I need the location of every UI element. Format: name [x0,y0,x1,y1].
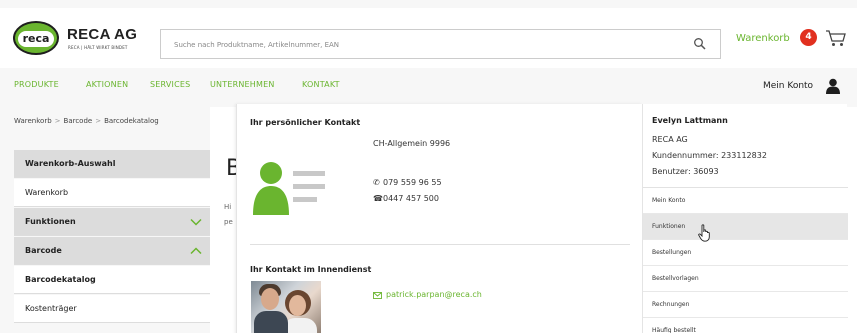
reca-logo[interactable]: reca [13,21,59,55]
sidebar-item-label: Barcodekatalog [25,275,96,284]
contact-divider [250,244,630,245]
brand-tagline: RECA | HÄLT WIRKT BINDET [68,45,128,50]
contact-phone[interactable]: ✆ 079 559 96 55 [373,178,442,187]
contact-email-link[interactable]: patrick.parpan@reca.ch [386,290,482,299]
user-icon[interactable] [826,78,840,94]
account-menu-label[interactable]: Mein Konto [763,81,813,91]
search-box [160,29,721,59]
contact-dropdown: Ihr persönlicher Kontakt CH-Allgemein 99… [236,104,642,333]
account-link-rechnungen[interactable]: Rechnungen [643,292,848,318]
sidebar-item-label: Funktionen [25,217,76,226]
sidebar-item-label: Warenkorb [25,188,69,197]
cart-icon[interactable] [825,28,847,48]
cart-count-badge: 4 [800,29,817,46]
nav-kontakt[interactable]: KONTAKT [302,80,340,89]
header: reca RECA AG RECA | HÄLT WIRKT BINDET Wa… [0,8,857,68]
breadcrumb: Warenkorb > Barcode > Barcodekatalog [14,117,159,125]
account-user-id: Benutzer: 36093 [652,167,719,176]
breadcrumb-barcode[interactable]: Barcode [64,117,93,125]
account-link-bestellvorlagen[interactable]: Bestellvorlagen [643,266,848,292]
main-nav: PRODUKTE AKTIONEN SERVICES UNTERNEHMEN K… [0,68,857,104]
breadcrumb-barcodekatalog[interactable]: Barcodekatalog [104,117,159,125]
nav-produkte[interactable]: PRODUKTE [14,80,59,89]
breadcrumb-separator: > [95,117,102,125]
logo-text: reca [18,31,54,47]
page: reca RECA AG RECA | HÄLT WIRKT BINDET Wa… [0,0,857,333]
sidebar-item-kostentraeger[interactable]: Kostenträger [14,295,210,323]
contact-fax: ☎0447 457 500 [373,194,439,203]
account-company: RECA AG [652,135,688,144]
mail-icon [373,292,382,299]
chevron-up-icon [190,247,202,255]
account-link-bestellungen[interactable]: Bestellungen [643,240,848,266]
nav-aktionen[interactable]: AKTIONEN [86,80,128,89]
account-link-funktionen[interactable]: Funktionen [643,214,848,240]
fax-number: 0447 457 500 [383,194,439,203]
nav-services[interactable]: SERVICES [150,80,190,89]
breadcrumb-warenkorb[interactable]: Warenkorb [14,117,52,125]
sidebar-item-barcode[interactable]: Barcode [14,237,210,265]
hand-cursor-icon [698,224,710,242]
chevron-down-icon [190,218,202,226]
breadcrumb-separator: > [54,117,61,125]
fax-icon: ☎ [373,194,383,203]
account-user-name: Evelyn Lattmann [652,116,728,125]
personal-contact-title: Ihr persönlicher Kontakt [250,118,361,127]
internal-contact-title: Ihr Kontakt im Innendienst [250,265,372,274]
sidebar-item-warenkorb-auswahl[interactable]: Warenkorb-Auswahl [14,150,210,178]
search-icon[interactable] [693,37,707,51]
sidebar-item-barcodekatalog[interactable]: Barcodekatalog [14,266,210,294]
account-link-haeufig-bestellt[interactable]: Häufig bestellt [643,318,848,333]
account-link-mein-konto[interactable]: Mein Konto [643,188,848,214]
phone-number: 079 559 96 55 [383,178,442,187]
sidebar-item-warenkorb[interactable]: Warenkorb [14,179,210,207]
search-input[interactable] [174,37,674,52]
sidebar-item-label: Warenkorb-Auswahl [25,159,116,168]
cart-link[interactable]: Warenkorb [736,33,790,44]
account-dropdown: Evelyn Lattmann RECA AG Kundennummer: 23… [642,104,848,333]
contact-photo [251,281,321,333]
sidebar-item-label: Kostenträger [25,304,77,313]
personal-contact-name: CH-Allgemein 9996 [373,139,451,148]
brand-name: RECA AG [67,26,138,43]
sidebar-item-label: Barcode [25,246,62,255]
contact-person-icon [253,162,325,215]
phone-icon: ✆ [373,178,380,187]
account-customer-number: Kundennummer: 233112832 [652,151,767,160]
sidebar-item-funktionen[interactable]: Funktionen [14,208,210,236]
nav-unternehmen[interactable]: UNTERNEHMEN [210,80,275,89]
